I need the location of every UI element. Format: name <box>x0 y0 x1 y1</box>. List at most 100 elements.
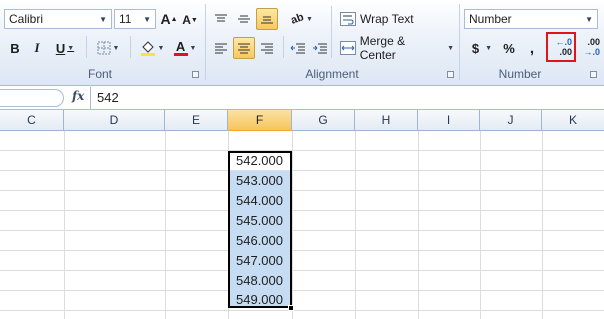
increase-decimal-button[interactable]: ←.0 .00 <box>550 36 572 58</box>
wrap-text-icon <box>340 12 356 26</box>
chevron-down-icon: ▼ <box>447 44 454 52</box>
number-format-combo[interactable]: Number ▼ <box>464 9 598 29</box>
chevron-down-icon: ▼ <box>99 14 107 24</box>
currency-button[interactable]: $ ▼ <box>466 37 498 59</box>
decrease-decimal-button[interactable]: .00 →.0 <box>578 36 600 58</box>
chevron-down-icon: ▼ <box>305 15 313 23</box>
wrap-text-button[interactable]: Wrap Text <box>340 8 416 30</box>
font-color-icon: A <box>173 38 188 56</box>
chevron-down-icon: ▼ <box>485 44 493 52</box>
merge-center-label: Merge & Center <box>359 34 406 62</box>
font-size-combo[interactable]: 11 ▼ <box>114 9 156 29</box>
top-align-button[interactable] <box>210 8 232 30</box>
fill-color-button[interactable]: ▼ <box>136 37 168 59</box>
column-header-e[interactable]: E <box>165 110 228 131</box>
middle-align-button[interactable] <box>233 8 255 30</box>
selection-border <box>228 151 292 308</box>
bold-button[interactable]: B <box>6 37 24 59</box>
grid-line <box>0 290 604 291</box>
increase-indent-button[interactable] <box>310 37 330 59</box>
increase-indent-icon <box>313 43 327 54</box>
font-color-button[interactable]: A ▼ <box>170 37 200 59</box>
font-name-combo[interactable]: Calibri ▼ <box>4 9 112 29</box>
number-dialog-launcher[interactable] <box>590 71 597 78</box>
orientation-button[interactable]: ab ▼ <box>288 8 316 30</box>
font-dialog-launcher[interactable] <box>192 71 199 78</box>
chevron-down-icon: ▼ <box>157 44 165 52</box>
underline-button[interactable]: U ▼ <box>50 37 80 59</box>
borders-icon <box>97 41 111 55</box>
orientation-icon: ab <box>289 11 306 27</box>
insert-function-button[interactable]: fx <box>72 89 88 107</box>
font-group-label: Font <box>87 67 112 81</box>
chevron-down-icon: ▼ <box>112 44 120 52</box>
italic-button[interactable]: I <box>28 37 46 59</box>
divider <box>331 6 332 58</box>
divider <box>283 36 284 58</box>
merge-center-icon <box>340 41 356 55</box>
divider <box>130 36 131 58</box>
align-bottom-icon <box>261 16 273 24</box>
align-right-button[interactable] <box>256 37 278 59</box>
column-header-h[interactable]: H <box>355 110 418 131</box>
underline-icon: U <box>55 40 66 56</box>
italic-icon: I <box>34 40 40 55</box>
shrink-font-button[interactable]: A ▼ <box>181 9 199 31</box>
align-center-button[interactable] <box>233 37 255 59</box>
wrap-text-label: Wrap Text <box>360 12 414 26</box>
column-header-i[interactable]: I <box>418 110 480 131</box>
number-format-value: Number <box>469 12 512 26</box>
alignment-group-label: Alignment <box>305 67 359 81</box>
name-box[interactable] <box>0 89 64 107</box>
align-left-button[interactable] <box>210 37 232 59</box>
font-size-value: 11 <box>119 12 132 26</box>
column-header-k[interactable]: K <box>542 110 604 131</box>
grid-line <box>0 190 604 191</box>
divider <box>86 36 87 58</box>
column-header-g[interactable]: G <box>292 110 355 131</box>
align-center-icon <box>238 43 250 54</box>
column-header-j[interactable]: J <box>480 110 542 131</box>
percent-icon: % <box>503 40 515 56</box>
chevron-down-icon: ▼ <box>189 44 197 52</box>
grow-font-button[interactable]: A ▲ <box>160 8 178 30</box>
grid-line <box>0 150 604 151</box>
column-header-f[interactable]: F <box>228 110 292 131</box>
currency-icon: $ <box>471 40 480 56</box>
formula-input[interactable]: 542 <box>90 87 604 109</box>
grid-line <box>0 210 604 211</box>
align-right-icon <box>261 43 273 54</box>
decrease-indent-button[interactable] <box>288 37 308 59</box>
comma-style-button[interactable]: , <box>524 37 540 59</box>
shrink-font-icon: A <box>182 13 191 27</box>
chevron-down-icon: ▼ <box>585 14 593 24</box>
percent-button[interactable]: % <box>500 37 518 59</box>
align-left-icon <box>215 43 227 54</box>
increase-decimal-icon-top: ←.0 <box>555 37 572 47</box>
font-color-letter: A <box>175 38 186 54</box>
decrease-decimal-icon-top: .00 <box>587 37 600 47</box>
column-header-c[interactable]: C <box>0 110 64 131</box>
grid-line <box>0 230 604 231</box>
merge-center-button[interactable]: Merge & Center ▼ <box>340 34 454 62</box>
borders-button[interactable]: ▼ <box>92 37 124 59</box>
font-name-value: Calibri <box>9 12 44 26</box>
number-group-label: Number <box>498 67 542 81</box>
grow-font-icon: A <box>160 11 171 27</box>
increase-decimal-icon-bottom: .00 <box>559 47 572 57</box>
grid-line <box>0 250 604 251</box>
grid-line <box>0 270 604 271</box>
paint-bucket-icon <box>140 41 155 56</box>
bottom-align-button[interactable] <box>256 8 278 30</box>
alignment-dialog-launcher[interactable] <box>447 71 454 78</box>
comma-icon: , <box>529 39 535 57</box>
fill-handle[interactable] <box>288 305 294 311</box>
grid-line <box>0 310 604 311</box>
decrease-decimal-icon-bottom: →.0 <box>583 47 600 57</box>
bold-icon: B <box>10 40 20 56</box>
chevron-down-icon: ▼ <box>143 14 151 24</box>
font-color-swatch <box>173 52 188 56</box>
align-middle-icon <box>238 15 250 23</box>
column-header-d[interactable]: D <box>64 110 165 131</box>
decrease-indent-icon <box>290 43 305 54</box>
